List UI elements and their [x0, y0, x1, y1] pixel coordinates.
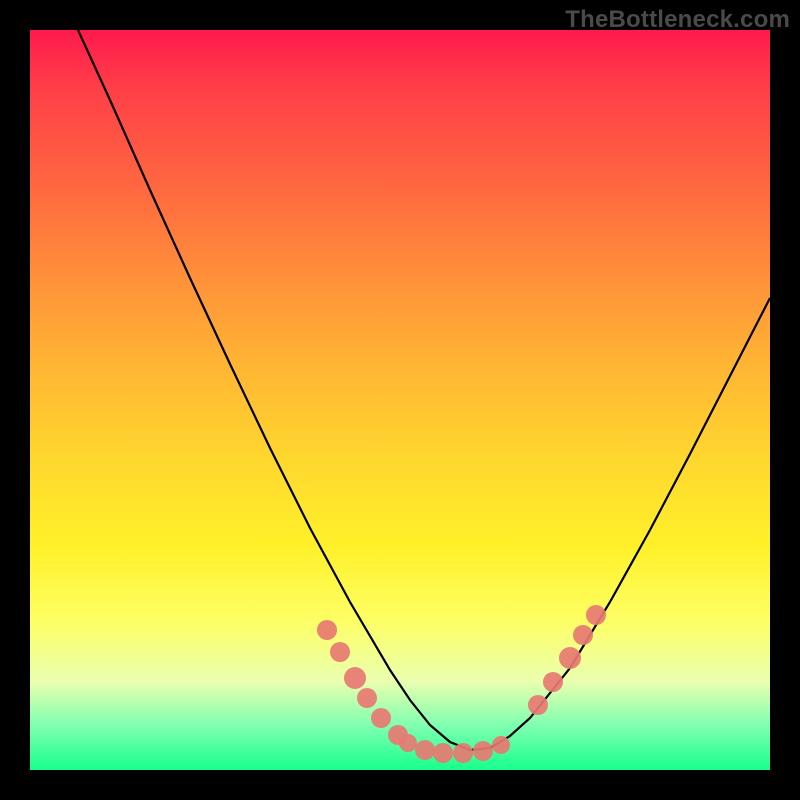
marker-dot — [371, 708, 391, 728]
marker-dot — [473, 741, 493, 761]
marker-dot — [543, 672, 563, 692]
marker-dot — [415, 740, 435, 760]
marker-dots-group — [317, 605, 606, 763]
marker-dot — [586, 605, 606, 625]
watermark-text: TheBottleneck.com — [565, 6, 790, 34]
marker-dot — [453, 743, 473, 763]
marker-dot — [492, 736, 510, 754]
marker-dot — [399, 734, 417, 752]
marker-dot — [433, 743, 453, 763]
chart-plot-area — [30, 30, 770, 770]
marker-dot — [317, 620, 337, 640]
bottleneck-curve — [78, 30, 770, 750]
marker-dot — [528, 695, 548, 715]
marker-dot — [330, 642, 350, 662]
marker-dot — [559, 647, 581, 669]
marker-dot — [573, 625, 593, 645]
marker-dot — [344, 667, 366, 689]
chart-svg — [30, 30, 770, 770]
marker-dot — [357, 688, 377, 708]
